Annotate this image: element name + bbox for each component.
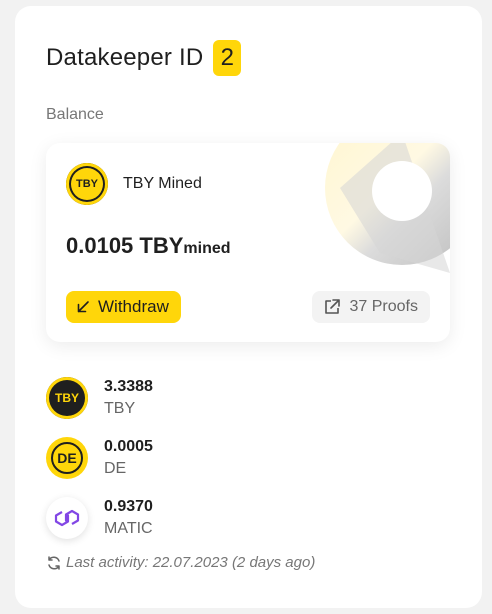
token-symbol: DE (104, 460, 127, 477)
mined-balance-card: TBY TBY Mined 0.0105 TBYmined Withdraw 3… (46, 143, 450, 342)
proofs-label: 37 Proofs (349, 298, 418, 315)
mined-header: TBY TBY Mined (66, 163, 202, 205)
withdraw-button[interactable]: Withdraw (66, 291, 181, 323)
token-text: 0.0005 DE (104, 436, 153, 480)
id-badge: 2 (213, 40, 242, 76)
withdraw-label: Withdraw (98, 297, 169, 316)
de-coin-icon: DE (46, 437, 88, 479)
arrow-down-left-icon (77, 301, 89, 313)
last-activity: Last activity: 22.07.2023 (2 days ago) (46, 554, 315, 571)
token-row-matic: 0.9370 MATIC (46, 496, 153, 540)
balance-label: Balance (46, 106, 104, 123)
datakeeper-card: Datakeeper ID 2 Balance TBY TBY Mined 0.… (15, 6, 482, 608)
matic-coin-icon (46, 497, 88, 539)
mined-amount-value: 0.0105 TBY (66, 233, 184, 258)
tby-coin-text: TBY (76, 178, 98, 190)
polygon-logo-icon (54, 509, 80, 527)
token-amount: 0.0005 (104, 438, 153, 455)
tby-coin-text: TBY (55, 391, 79, 405)
de-coin-text: DE (57, 450, 77, 466)
last-activity-text: Last activity: 22.07.2023 (2 days ago) (66, 554, 316, 571)
card-header: Datakeeper ID 2 (46, 40, 242, 76)
token-amount: 0.9370 (104, 498, 153, 515)
tby-coin-icon: TBY (66, 163, 108, 205)
token-text: 0.9370 MATIC (104, 496, 153, 540)
external-link-icon (324, 299, 340, 314)
token-symbol: MATIC (104, 520, 153, 537)
token-row-de: DE 0.0005 DE (46, 436, 153, 480)
token-row-tby: TBY 3.3388 TBY (46, 376, 153, 420)
decorative-ring-graphic (325, 143, 450, 273)
tby-coin-icon: TBY (46, 377, 88, 419)
proofs-button[interactable]: 37 Proofs (311, 291, 430, 323)
mined-amount: 0.0105 TBYmined (66, 233, 231, 259)
token-text: 3.3388 TBY (104, 376, 153, 420)
mined-token-name: TBY Mined (123, 175, 202, 192)
token-symbol: TBY (104, 400, 136, 417)
refresh-icon (48, 555, 60, 570)
mined-amount-unit: mined (183, 240, 231, 257)
token-amount: 3.3388 (104, 378, 153, 395)
page-title: Datakeeper ID (46, 44, 204, 71)
